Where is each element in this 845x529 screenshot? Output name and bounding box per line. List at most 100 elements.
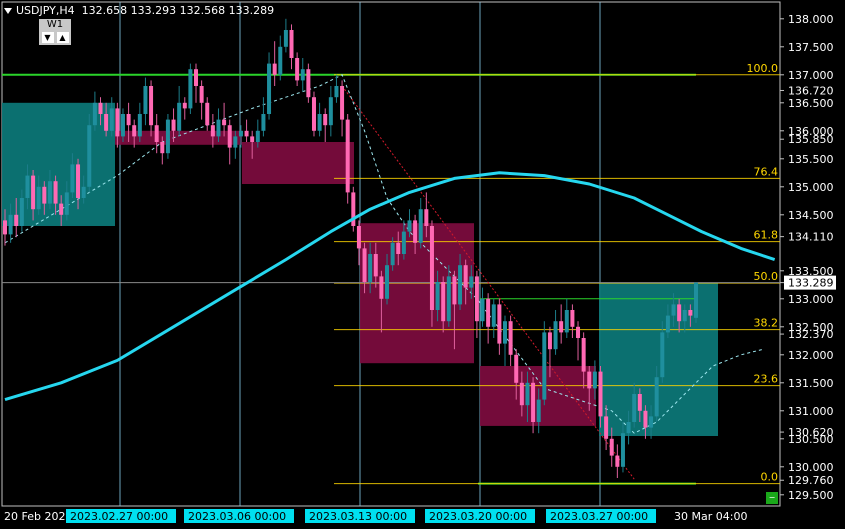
candle-body-33 — [188, 69, 193, 109]
candle-body-121 — [682, 310, 687, 322]
candle-body-7 — [42, 186, 47, 204]
fib-label-3: 50.0 — [754, 270, 779, 283]
y-tick-label-16: 132.000 — [788, 349, 834, 362]
period-label: W1 — [46, 19, 64, 30]
candle-body-0 — [3, 220, 7, 235]
candle-body-85 — [480, 298, 485, 322]
candle-body-28 — [160, 142, 165, 154]
candle-body-46 — [261, 114, 266, 131]
candle-body-90 — [508, 321, 513, 355]
candle-body-118 — [665, 315, 670, 333]
candle-body-3 — [19, 198, 24, 226]
fib-label-6: 0.0 — [761, 471, 779, 484]
candle-body-88 — [497, 304, 502, 344]
candle-body-82 — [463, 265, 468, 288]
candle-body-72 — [407, 220, 412, 232]
dropdown-triangle-icon[interactable] — [4, 8, 12, 14]
candle-body-10 — [59, 203, 64, 215]
candle-body-95 — [536, 399, 541, 422]
candle-body-36 — [205, 102, 210, 126]
candle-body-27 — [154, 125, 159, 142]
period-button-w1[interactable]: W1 ▼ ▲ — [39, 19, 71, 45]
candle-body-65 — [368, 254, 373, 282]
candle-body-96 — [542, 332, 547, 400]
candle-body-14 — [81, 186, 86, 198]
candle-body-34 — [194, 69, 199, 86]
candle-body-100 — [564, 310, 569, 333]
candle-body-70 — [396, 242, 401, 254]
candle-body-123 — [694, 282, 698, 318]
candle-body-64 — [362, 248, 367, 282]
y-tick-label-3: 136.720 — [788, 84, 834, 97]
candle-body-4 — [25, 175, 30, 198]
candle-body-44 — [250, 136, 255, 142]
candle-body-69 — [390, 242, 395, 266]
x-label-0: 20 Feb 2023 — [4, 510, 72, 523]
candle-body-101 — [570, 310, 575, 327]
candle-body-17 — [98, 102, 103, 114]
arrow-up-icon[interactable]: ▲ — [56, 32, 69, 43]
candle-body-60 — [340, 86, 345, 120]
candle-body-99 — [559, 321, 564, 333]
candle-body-71 — [401, 231, 406, 254]
candle-body-22 — [126, 114, 131, 126]
candle-body-45 — [255, 130, 260, 142]
ohlc-readout: 132.658 133.293 132.568 133.289 — [81, 4, 275, 17]
fib-label-2: 61.8 — [754, 229, 779, 242]
candle-body-61 — [345, 119, 350, 193]
candle-body-51 — [289, 30, 294, 58]
y-tick-label-12: 133.289 — [788, 277, 834, 290]
y-tick-label-6: 135.850 — [788, 133, 834, 146]
candle-body-21 — [120, 114, 125, 137]
candle-body-38 — [216, 119, 221, 137]
candle-body-9 — [53, 181, 58, 204]
candle-body-8 — [47, 181, 52, 204]
candle-body-47 — [267, 63, 272, 114]
x-label-4: 2023.03.20 00:00 — [429, 510, 527, 523]
candle-body-120 — [677, 304, 682, 322]
candle-body-78 — [441, 282, 446, 322]
candle-body-103 — [581, 338, 586, 372]
candle-body-67 — [379, 276, 384, 299]
candle-body-93 — [525, 382, 530, 406]
candle-body-80 — [452, 276, 457, 305]
candle-body-119 — [671, 304, 676, 316]
candle-body-116 — [654, 377, 659, 417]
candle-body-39 — [222, 119, 227, 126]
candle-body-75 — [424, 209, 429, 226]
chart-header: USDJPY,H4 132.658 133.293 132.568 133.28… — [4, 4, 274, 17]
x-label-3: 2023.03.13 00:00 — [309, 510, 407, 523]
arrow-down-icon[interactable]: ▼ — [41, 32, 54, 43]
candle-body-2 — [14, 214, 19, 226]
candle-body-56 — [317, 114, 322, 131]
candle-body-105 — [592, 371, 597, 389]
candle-body-20 — [115, 108, 120, 137]
fib-label-0: 100.0 — [747, 62, 779, 75]
candle-body-107 — [604, 416, 609, 439]
candle-body-91 — [514, 354, 519, 383]
fib-label-4: 38.2 — [754, 317, 779, 330]
candle-body-16 — [92, 102, 97, 126]
x-label-1: 2023.02.27 00:00 — [70, 510, 168, 523]
candle-body-108 — [609, 438, 614, 456]
candle-body-48 — [272, 63, 277, 75]
y-tick-label-15: 132.370 — [788, 328, 834, 341]
y-tick-label-21: 130.000 — [788, 461, 834, 474]
candle-body-32 — [182, 102, 187, 109]
candle-body-104 — [587, 371, 592, 389]
y-tick-label-7: 135.500 — [788, 153, 834, 166]
candle-body-110 — [620, 433, 625, 467]
y-tick-label-23: 129.500 — [788, 489, 834, 502]
candle-body-115 — [649, 416, 654, 428]
candle-body-53 — [300, 69, 305, 81]
candle-body-89 — [502, 321, 507, 344]
candle-body-112 — [632, 394, 637, 422]
fib-label-5: 23.6 — [754, 373, 779, 386]
y-tick-label-4: 136.500 — [788, 97, 834, 110]
candle-body-55 — [311, 97, 316, 131]
y-tick-label-8: 135.000 — [788, 181, 834, 194]
candle-body-122 — [688, 310, 693, 316]
y-tick-label-10: 134.110 — [788, 231, 834, 244]
corner-toggle-button[interactable]: − — [766, 492, 778, 504]
price-chart[interactable]: 100.0 76.4 61.8 50.0 38.2 23.6 0.0 138.000 137.5… — [0, 0, 845, 529]
